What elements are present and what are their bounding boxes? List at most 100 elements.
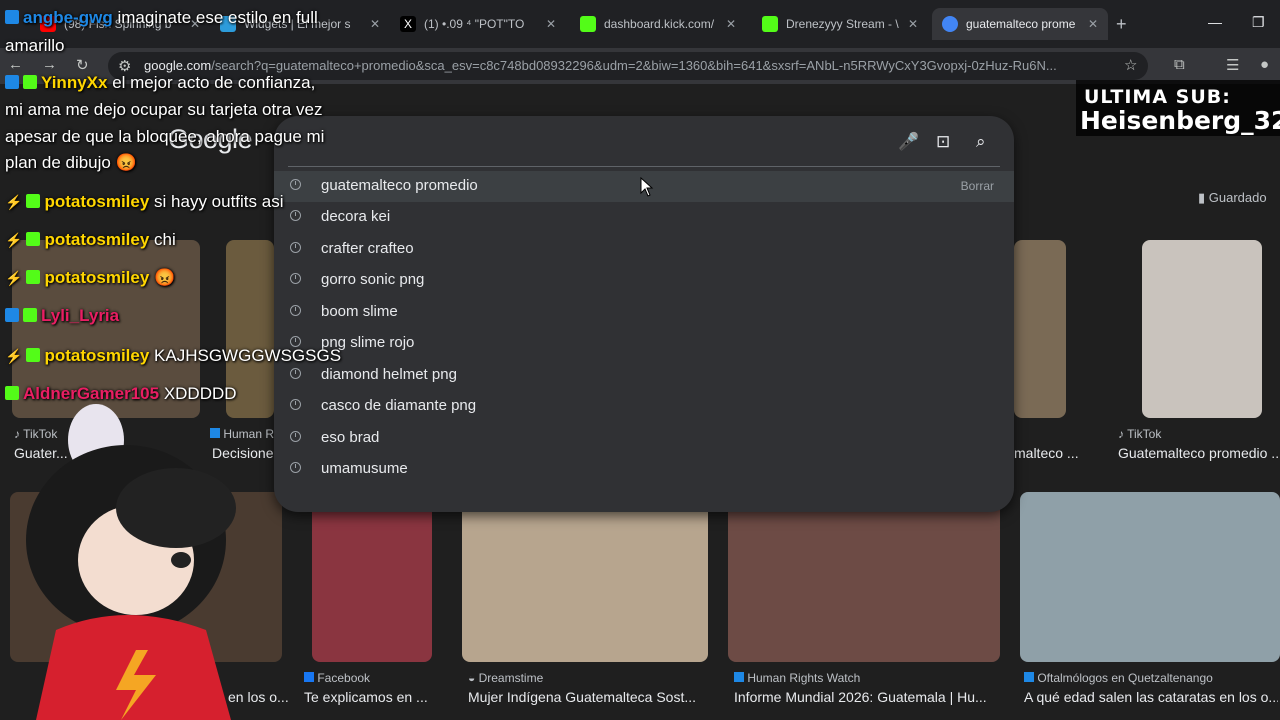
close-icon[interactable]: ✕ [370, 17, 380, 31]
lightning-badge-icon: ⚡ [5, 270, 23, 286]
suggestion-item[interactable]: gorro sonic png [274, 265, 1014, 296]
suggestion-item[interactable]: crafter crafteo [274, 234, 1014, 265]
image-result[interactable] [728, 492, 1000, 662]
history-icon [290, 210, 301, 221]
tab-x-post[interactable]: X (1) •.09 ⁴ "POT"TO ✕ [390, 8, 566, 40]
chat-message-cont: mi ama me dejo ocupar su tarjeta otra ve… [5, 100, 323, 119]
reload-icon[interactable]: ↻ [76, 56, 89, 74]
chat-message: ⚡ potatosmiley KAJHSGWGGWSGSGS [5, 346, 342, 365]
tab-kick-stream[interactable]: Drenezyyy Stream - \ ✕ [752, 8, 928, 40]
image-result[interactable] [1014, 240, 1066, 418]
history-icon [290, 399, 301, 410]
result-source: ◒ Dreamstime [468, 671, 544, 685]
lightning-badge-icon: ⚡ [5, 348, 23, 364]
verified-badge-icon [5, 75, 19, 89]
microphone-icon[interactable]: 🎤 [898, 132, 919, 152]
close-icon[interactable]: ✕ [546, 17, 556, 31]
chat-message: angbe-gwg imaginate ese estilo en full [5, 8, 318, 28]
suggestion-item[interactable]: boom slime [274, 297, 1014, 328]
saved-button[interactable]: ▮ Guardado [1198, 190, 1267, 206]
chat-message: ⚡ potatosmiley chi [5, 230, 176, 249]
kick-badge-icon [5, 10, 19, 24]
chat-message: ⚡ potatosmiley 😡 [5, 268, 176, 287]
tab-title: Drenezyyy Stream - \ [786, 17, 899, 31]
sub-badge-icon [23, 75, 37, 89]
sub-badge-icon [26, 232, 41, 246]
result-caption[interactable]: A qué edad salen las cataratas en los o.… [1024, 689, 1278, 705]
suggestion-item[interactable]: decora kei [274, 202, 1014, 233]
result-caption[interactable]: Mujer Indígena Guatemalteca Sost... [468, 689, 708, 705]
tab-title: (1) •.09 ⁴ "POT"TO [424, 17, 525, 31]
image-result[interactable] [1020, 492, 1280, 662]
result-source: ♪ TikTok [1118, 427, 1162, 441]
history-icon [290, 242, 301, 253]
history-icon [290, 305, 301, 316]
image-result[interactable] [1142, 240, 1262, 418]
suggestion-item[interactable]: umamusume [274, 454, 1014, 485]
history-icon [290, 462, 301, 473]
profile-avatar[interactable]: ● [1260, 56, 1269, 73]
close-icon[interactable]: ✕ [726, 17, 736, 31]
x-icon: X [400, 16, 416, 32]
delete-suggestion-button[interactable]: Borrar [961, 179, 994, 193]
forward-icon[interactable]: → [42, 56, 57, 73]
last-sub-alert: ULTIMA SUB: Heisenberg_32 [1076, 80, 1280, 136]
result-source: Facebook [304, 671, 370, 685]
chat-message-cont: plan de dibujo 😡 [5, 153, 137, 172]
chat-message-cont: amarillo [5, 36, 65, 55]
sub-badge-icon [5, 386, 19, 400]
emote-icon: 😡 [154, 268, 176, 287]
bookmark-star-icon[interactable]: ☆ [1124, 56, 1137, 74]
result-source: Human Rights Watch [734, 671, 860, 685]
chat-message: ⚡ potatosmiley si hayy outfits asi [5, 192, 284, 211]
image-result[interactable] [462, 492, 708, 662]
tab-title: guatemalteco prome [966, 17, 1076, 31]
history-icon [290, 368, 301, 379]
result-caption[interactable]: Guatemalteco promedio ... [1118, 445, 1278, 461]
sub-badge-icon [26, 348, 41, 362]
sub-badge-icon [26, 194, 41, 208]
image-result[interactable] [312, 492, 432, 662]
suggestion-item[interactable]: png slime rojo [274, 328, 1014, 359]
lightning-badge-icon: ⚡ [5, 194, 23, 210]
kick-badge-icon [5, 308, 19, 322]
tab-title: dashboard.kick.com/ [604, 17, 715, 31]
reading-list-icon[interactable]: ☰ [1226, 56, 1239, 74]
kick-icon [580, 16, 596, 32]
tab-google-search[interactable]: guatemalteco prome ✕ [932, 8, 1108, 40]
new-tab-icon[interactable]: + [1116, 14, 1127, 35]
extensions-icon[interactable]: ⧉ [1174, 56, 1185, 73]
last-sub-name: Heisenberg_32 [1080, 106, 1280, 135]
close-icon[interactable]: ✕ [908, 17, 918, 31]
url-text: google.com/search?q=guatemalteco+promedi… [144, 58, 1057, 73]
google-icon [942, 16, 958, 32]
google-lens-icon[interactable]: ⊡ [936, 132, 950, 152]
divider [288, 166, 1000, 167]
last-sub-label: ULTIMA SUB: [1084, 86, 1231, 108]
minimize-icon[interactable]: — [1208, 14, 1222, 30]
sub-badge-icon [26, 270, 41, 284]
maximize-icon[interactable]: ❐ [1252, 14, 1265, 31]
suggestion-item[interactable]: diamond helmet png [274, 360, 1014, 391]
bookmark-icon: ▮ [1198, 190, 1209, 205]
suggestion-item[interactable]: eso brad [274, 423, 1014, 454]
search-suggestions-dropdown: 🎤 ⊡ ⌕ guatemalteco promedio Borrar decora… [274, 116, 1014, 512]
history-icon [290, 179, 301, 190]
history-icon [290, 273, 301, 284]
result-caption[interactable]: Te explicamos en ... [304, 689, 444, 705]
result-caption[interactable]: malteco ... [1014, 445, 1084, 461]
back-icon[interactable]: ← [8, 56, 23, 73]
chat-message: Lyli_Lyria [5, 306, 119, 326]
suggestion-item[interactable]: casco de diamante png [274, 391, 1014, 422]
close-icon[interactable]: ✕ [1088, 17, 1098, 31]
kick-icon [762, 16, 778, 32]
search-icon[interactable]: ⌕ [976, 132, 986, 152]
result-caption[interactable]: Informe Mundial 2026: Guatemala | Hu... [734, 689, 1004, 705]
vtuber-avatar [26, 404, 236, 720]
tab-kick-dashboard[interactable]: dashboard.kick.com/ ✕ [570, 8, 746, 40]
result-source: Oftalmólogos en Quetzaltenango [1024, 671, 1213, 685]
emote-icon: 😡 [115, 153, 137, 172]
chat-message: YinnyXx el mejor acto de confianza, [5, 73, 315, 93]
mouse-cursor-icon [640, 177, 654, 197]
sub-badge-icon [23, 308, 37, 322]
